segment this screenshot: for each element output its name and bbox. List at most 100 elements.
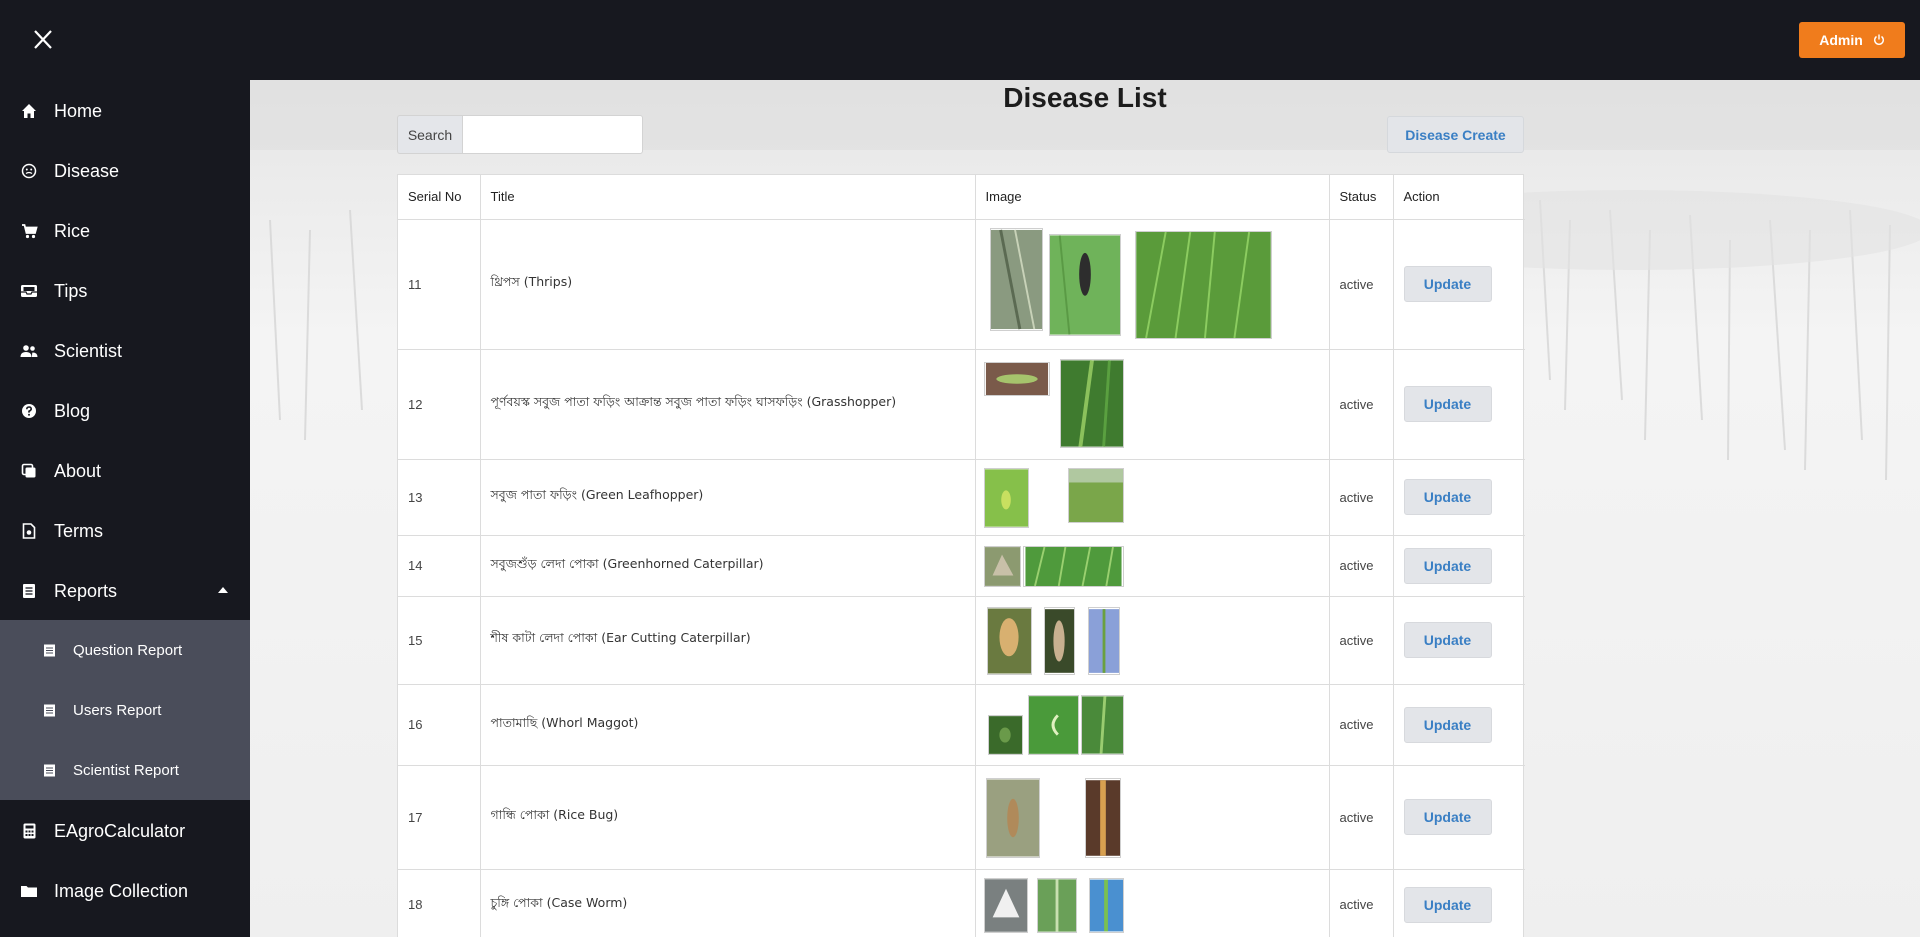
serial-cell: 18 <box>398 869 481 937</box>
update-button[interactable]: Update <box>1403 266 1492 302</box>
status-cell: active <box>1329 765 1394 870</box>
disease-thumbnail <box>983 545 1021 587</box>
sidebar-item-label: Rice <box>54 220 91 241</box>
disease-thumbnail <box>985 777 1040 858</box>
sidebar-item-reports[interactable]: Reports <box>0 567 250 615</box>
sidebar-item-label: Terms <box>54 520 103 541</box>
submenu-item-question-report[interactable]: Question Report <box>0 620 250 680</box>
column-header-image: Image <box>975 175 1330 220</box>
report-icon <box>44 644 55 656</box>
home-icon <box>20 102 38 120</box>
sidebar-item-label: EAgroCalculator <box>54 820 186 841</box>
document-icon <box>20 522 38 540</box>
report-icon <box>44 764 55 776</box>
disease-thumbnail <box>1087 606 1120 675</box>
status-cell: active <box>1329 596 1394 685</box>
update-button[interactable]: Update <box>1403 479 1492 515</box>
close-menu-button[interactable] <box>26 26 58 54</box>
table-row: 14 সবুজশুঁড় লেদা পোকা (Greenhorned Cate… <box>398 535 1525 597</box>
submenu-item-users-report[interactable]: Users Report <box>0 680 250 740</box>
update-button[interactable]: Update <box>1403 706 1492 743</box>
status-cell: active <box>1329 459 1394 536</box>
update-button[interactable]: Update <box>1403 799 1492 835</box>
disease-thumbnail <box>983 467 1029 528</box>
serial-cell: 13 <box>398 459 481 536</box>
title-cell: গান্ধি পোকা (Rice Bug) <box>480 765 976 870</box>
admin-logout-button[interactable]: Admin <box>1799 22 1905 58</box>
serial-cell: 16 <box>398 684 481 766</box>
sidebar-item-home[interactable]: Home <box>0 87 250 135</box>
sidebar-item-image-collection[interactable]: Image Collection <box>0 867 250 915</box>
image-cell <box>975 459 1330 536</box>
sidebar-item-label: Image Collection <box>54 880 189 901</box>
title-cell: সবুজ পাতা ফড়িং (Green Leafhopper) <box>480 459 976 536</box>
disease-thumbnail <box>1043 606 1075 675</box>
disease-thumbnail <box>983 361 1050 396</box>
title-cell: শীষ কাটা লেদা পোকা (Ear Cutting Caterpil… <box>480 596 976 685</box>
disease-create-button[interactable]: Disease Create <box>1387 116 1524 153</box>
reports-submenu: Question Report Users Report Scientist R… <box>0 620 250 800</box>
question-icon <box>20 402 38 420</box>
disease-thumbnail <box>1022 545 1124 587</box>
action-cell: Update <box>1393 869 1525 937</box>
serial-cell: 14 <box>398 535 481 597</box>
sidebar-item-tips[interactable]: Tips <box>0 267 250 315</box>
table-row: 17 গান্ধি পোকা (Rice Bug) active Update <box>398 765 1525 870</box>
image-cell <box>975 349 1330 460</box>
disease-thumbnail <box>1059 358 1124 448</box>
submenu-item-label: Question Report <box>73 641 183 659</box>
sidebar-item-terms[interactable]: Terms <box>0 507 250 555</box>
action-cell: Update <box>1393 459 1525 536</box>
status-cell: active <box>1329 869 1394 937</box>
sidebar-item-label: Reports <box>54 580 118 601</box>
disease-thumbnail <box>1027 694 1079 755</box>
disease-thumbnail <box>989 227 1043 331</box>
sidebar-item-label: Scientist <box>54 340 123 361</box>
disease-thumbnail <box>1048 233 1121 336</box>
column-header-title: Title <box>480 175 976 220</box>
action-cell: Update <box>1393 349 1525 460</box>
update-button[interactable]: Update <box>1403 386 1492 422</box>
table-row: 13 সবুজ পাতা ফড়িং (Green Leafhopper) ac… <box>398 459 1525 536</box>
column-header-status: Status <box>1329 175 1394 220</box>
update-button[interactable]: Update <box>1403 622 1492 658</box>
column-header-serial: Serial No <box>398 175 481 220</box>
search-input[interactable] <box>462 115 643 154</box>
title-cell: পূর্ণবয়স্ক সবুজ পাতা ফড়িং আক্রান্ত সবু… <box>480 349 976 460</box>
submenu-item-scientist-report[interactable]: Scientist Report <box>0 740 250 800</box>
serial-cell: 15 <box>398 596 481 685</box>
admin-label: Admin <box>1819 32 1863 48</box>
smiley-icon <box>20 162 38 180</box>
sidebar-item-eagrocalculator[interactable]: EAgroCalculator <box>0 807 250 855</box>
users-icon <box>20 342 38 360</box>
sidebar-item-disease[interactable]: Disease <box>0 147 250 195</box>
sidebar-item-scientist[interactable]: Scientist <box>0 327 250 375</box>
sidebar-item-blog[interactable]: Blog <box>0 387 250 435</box>
serial-cell: 11 <box>398 219 481 350</box>
sidebar-item-about[interactable]: About <box>0 447 250 495</box>
title-cell: থ্রিপস (Thrips) <box>480 219 976 350</box>
table-row: 18 চুঙ্গি পোকা (Case Worm) active Update <box>398 869 1525 937</box>
image-cell <box>975 765 1330 870</box>
update-button[interactable]: Update <box>1403 547 1492 584</box>
submenu-item-label: Scientist Report <box>73 761 179 779</box>
page-title: Disease List <box>1003 82 1167 113</box>
disease-thumbnail <box>1036 877 1077 933</box>
disease-thumbnail <box>1080 694 1124 755</box>
update-button[interactable]: Update <box>1403 886 1492 923</box>
status-cell: active <box>1329 684 1394 766</box>
top-bar: Admin <box>0 0 1920 80</box>
sidebar-item-rice[interactable]: Rice <box>0 207 250 255</box>
image-cell <box>975 219 1330 350</box>
title-cell: সবুজশুঁড় লেদা পোকা (Greenhorned Caterpi… <box>480 535 976 597</box>
image-cell <box>975 535 1330 597</box>
disease-thumbnail <box>1134 230 1272 339</box>
search-label: Search <box>397 115 462 154</box>
action-cell: Update <box>1393 765 1525 870</box>
main-content: Disease List Search Disease Create Seria… <box>250 80 1920 937</box>
table-row: 12 পূর্ণবয়স্ক সবুজ পাতা ফড়িং আক্রান্ত … <box>398 349 1525 460</box>
action-cell: Update <box>1393 596 1525 685</box>
serial-cell: 17 <box>398 765 481 870</box>
disease-thumbnail <box>987 714 1023 755</box>
image-cell <box>975 869 1330 937</box>
